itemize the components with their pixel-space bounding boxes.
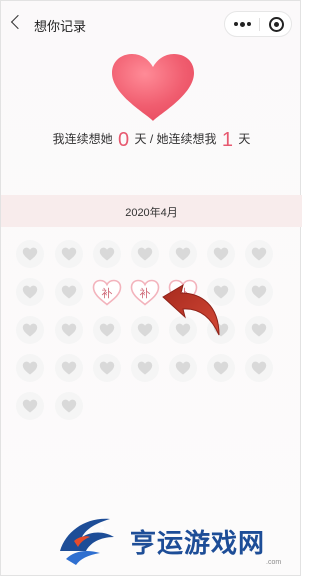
heart-icon bbox=[251, 323, 267, 337]
calendar-day[interactable] bbox=[55, 240, 83, 268]
calendar-day[interactable] bbox=[131, 240, 159, 268]
calendar-day[interactable] bbox=[245, 354, 273, 382]
heart-icon bbox=[137, 361, 153, 375]
heart-icon bbox=[99, 361, 115, 375]
heart-icon bbox=[61, 361, 77, 375]
calendar-day[interactable] bbox=[93, 240, 121, 268]
calendar-day[interactable] bbox=[169, 354, 197, 382]
watermark-text: 亨运游戏网 bbox=[130, 529, 266, 559]
watermark: 亨运游戏网 .com bbox=[56, 511, 296, 569]
dragon-logo-icon bbox=[60, 518, 114, 565]
stat-text-1: 我连续想她 bbox=[52, 132, 113, 146]
heart-icon bbox=[61, 399, 77, 413]
stat-text-3: 天 bbox=[238, 132, 251, 146]
days-her-count: 1 bbox=[221, 129, 233, 151]
makeup-label: 补 bbox=[139, 288, 151, 300]
heart-icon[interactable] bbox=[108, 53, 198, 123]
close-target-icon[interactable] bbox=[269, 17, 284, 32]
calendar-day[interactable] bbox=[16, 240, 44, 268]
stat-text-2: 天 / 她连续想我 bbox=[134, 132, 217, 146]
heart-icon bbox=[22, 285, 38, 299]
calendar-day[interactable] bbox=[207, 240, 235, 268]
heart-icon bbox=[251, 285, 267, 299]
calendar-day[interactable] bbox=[93, 354, 121, 382]
heart-icon bbox=[22, 361, 38, 375]
watermark-domain: .com bbox=[266, 559, 282, 566]
more-dots-icon[interactable] bbox=[234, 20, 254, 28]
calendar-day[interactable] bbox=[131, 354, 159, 382]
arrow-pointer-icon bbox=[162, 283, 220, 336]
heart-icon bbox=[22, 247, 38, 261]
calendar-day[interactable] bbox=[245, 240, 273, 268]
makeup-label: 补 bbox=[101, 288, 113, 300]
heart-icon bbox=[61, 323, 77, 337]
heart-icon bbox=[175, 361, 191, 375]
heart-icon bbox=[175, 247, 191, 261]
calendar-day[interactable] bbox=[245, 316, 273, 344]
calendar-day[interactable] bbox=[55, 354, 83, 382]
heart-icon bbox=[137, 247, 153, 261]
app-screen: 想你记录 我连续想她 0 天 / 她连续想我 1 天 2020年4月 补补补 bbox=[0, 0, 302, 576]
heart-icon bbox=[99, 323, 115, 337]
heart-icon bbox=[61, 285, 77, 299]
heart-icon bbox=[251, 361, 267, 375]
heart-icon bbox=[251, 247, 267, 261]
heart-icon bbox=[61, 247, 77, 261]
month-label: 2020年4月 bbox=[125, 207, 178, 219]
month-banner: 2020年4月 bbox=[1, 195, 302, 227]
makeup-day[interactable]: 补 bbox=[130, 279, 160, 306]
capsule-divider bbox=[259, 18, 260, 31]
days-me-count: 0 bbox=[118, 129, 130, 151]
calendar-day[interactable] bbox=[16, 392, 44, 420]
page-title: 想你记录 bbox=[34, 19, 87, 34]
calendar-day[interactable] bbox=[55, 316, 83, 344]
heart-icon bbox=[99, 247, 115, 261]
heart-icon bbox=[213, 247, 229, 261]
calendar-day[interactable] bbox=[16, 278, 44, 306]
calendar-day[interactable] bbox=[55, 278, 83, 306]
calendar-day[interactable] bbox=[245, 278, 273, 306]
streak-stats: 我连续想她 0 天 / 她连续想我 1 天 bbox=[1, 129, 302, 152]
calendar-day[interactable] bbox=[207, 354, 235, 382]
calendar-day[interactable] bbox=[93, 316, 121, 344]
back-icon[interactable] bbox=[10, 14, 26, 30]
calendar-grid: 补补补 bbox=[1, 235, 302, 435]
mini-program-capsule bbox=[224, 11, 292, 37]
nav-bar: 想你记录 bbox=[1, 7, 302, 41]
makeup-day[interactable]: 补 bbox=[92, 279, 122, 306]
calendar-day[interactable] bbox=[131, 316, 159, 344]
heart-icon bbox=[22, 399, 38, 413]
heart-icon bbox=[137, 323, 153, 337]
heart-icon bbox=[213, 361, 229, 375]
heart-icon bbox=[22, 323, 38, 337]
calendar-day[interactable] bbox=[55, 392, 83, 420]
calendar-day[interactable] bbox=[16, 316, 44, 344]
calendar-day[interactable] bbox=[16, 354, 44, 382]
calendar-day[interactable] bbox=[169, 240, 197, 268]
